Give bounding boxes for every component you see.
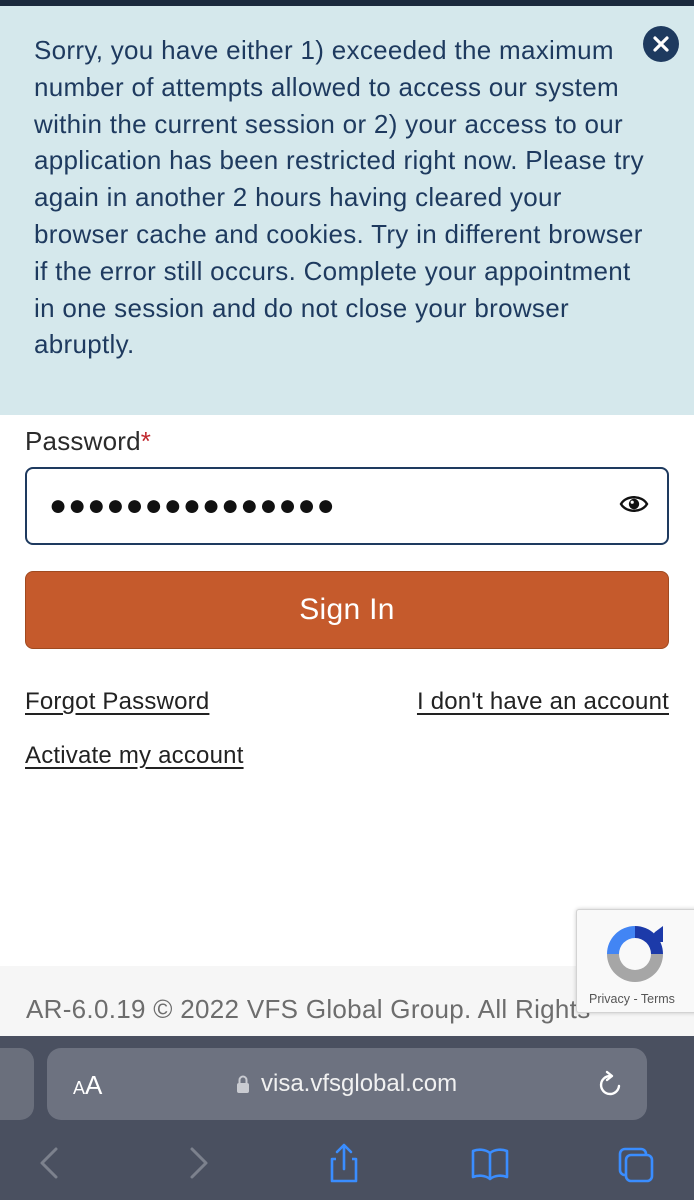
recaptcha-icon (607, 926, 663, 982)
recaptcha-links: Privacy - Terms (589, 992, 675, 1006)
footer-copyright: AR-6.0.19 © 2022 VFS Global Group. All R… (26, 994, 591, 1024)
password-label: Password* (25, 426, 152, 456)
alert-message: Sorry, you have either 1) exceeded the m… (34, 35, 644, 360)
address-bar[interactable]: AA visa.vfsglobal.com (47, 1048, 647, 1120)
text-size-button[interactable]: AA (73, 1070, 102, 1101)
previous-tab[interactable] (0, 1048, 34, 1120)
url-text: visa.vfsglobal.com (261, 1070, 458, 1097)
recaptcha-separator: - (629, 992, 641, 1006)
recaptcha-terms-link[interactable]: Terms (641, 992, 675, 1006)
activate-account-link[interactable]: Activate my account (25, 742, 244, 770)
recaptcha-privacy-link[interactable]: Privacy (589, 992, 630, 1006)
lock-icon (237, 1075, 249, 1093)
share-icon[interactable] (324, 1141, 364, 1185)
recaptcha-badge[interactable]: Privacy - Terms (576, 909, 694, 1013)
page: Sorry, you have either 1) exceeded the m… (0, 0, 694, 1200)
password-value: ●●●●●●●●●●●●●●● (49, 489, 336, 522)
close-icon[interactable] (643, 26, 679, 62)
forgot-password-link[interactable]: Forgot Password (25, 688, 209, 716)
back-icon[interactable] (30, 1141, 70, 1185)
eye-icon[interactable] (619, 489, 649, 519)
error-alert: Sorry, you have either 1) exceeded the m… (0, 6, 694, 415)
sign-in-button[interactable]: Sign In (25, 571, 669, 649)
tabs-icon[interactable] (616, 1141, 656, 1185)
forward-icon[interactable] (178, 1141, 218, 1185)
reload-icon[interactable] (595, 1070, 625, 1100)
password-field[interactable]: ●●●●●●●●●●●●●●● (25, 467, 669, 545)
required-marker: * (140, 426, 152, 456)
no-account-link[interactable]: I don't have an account (417, 688, 669, 716)
bookmarks-icon[interactable] (470, 1141, 510, 1185)
